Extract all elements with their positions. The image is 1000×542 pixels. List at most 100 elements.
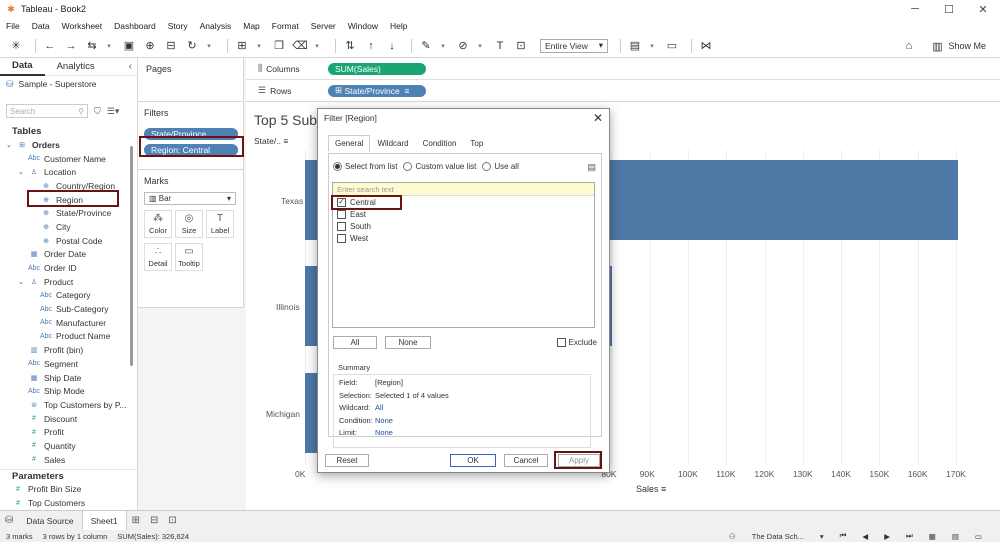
refresh-icon[interactable]: ↻ xyxy=(184,38,200,54)
rows-pill-state[interactable]: ⊞ State/Province ≡ xyxy=(328,84,426,97)
menu-help[interactable]: Help xyxy=(390,21,407,31)
field-orders[interactable]: ⌄ ⊞ Orders xyxy=(0,138,137,152)
share-icon[interactable]: ⋈ xyxy=(698,38,714,54)
clear-sheet-icon[interactable]: ⌫ xyxy=(292,38,308,54)
tab-data[interactable]: Data xyxy=(0,58,45,76)
duplicate-icon[interactable]: ❐ xyxy=(271,38,287,54)
tab-view-icon[interactable]: ▭ xyxy=(975,532,982,541)
presentation-mode-icon[interactable]: ▭ xyxy=(664,38,680,54)
menu-window[interactable]: Window xyxy=(348,21,378,31)
last-sheet-icon[interactable]: ⏭ xyxy=(906,531,913,541)
menu-file[interactable]: File xyxy=(6,21,20,31)
field-order-id[interactable]: Abc Order ID xyxy=(0,261,137,275)
new-dashboard-icon[interactable]: ⊟ xyxy=(150,515,158,526)
chevron-down-icon[interactable]: ▾ xyxy=(648,38,656,54)
checkbox[interactable] xyxy=(337,233,346,243)
menu-story[interactable]: Story xyxy=(168,21,188,31)
field-manufacturer[interactable]: Abc Manufacturer xyxy=(0,316,137,330)
new-story-icon[interactable]: ⊡ xyxy=(168,515,176,526)
chevron-down-icon[interactable]: ⌄ xyxy=(18,278,26,286)
cancel-button[interactable]: Cancel xyxy=(504,454,548,467)
menu-worksheet[interactable]: Worksheet xyxy=(62,21,102,31)
pages-card[interactable]: Pages xyxy=(138,58,244,102)
grid-view-icon[interactable]: ▦ xyxy=(929,532,936,541)
new-worksheet-icon[interactable]: ⊞ xyxy=(234,38,250,54)
row-label-texas[interactable]: Texas xyxy=(281,196,303,206)
tab-analytics[interactable]: Analytics xyxy=(45,58,107,76)
field-product[interactable]: ⌄ ♙ Product xyxy=(0,275,137,289)
chevron-down-icon[interactable]: ▾ xyxy=(439,38,447,54)
prev-sheet-icon[interactable]: ◀ xyxy=(862,532,868,541)
minimize-icon[interactable]: ─ xyxy=(898,0,932,18)
radio-custom-value-list[interactable] xyxy=(403,162,413,171)
menu-server[interactable]: Server xyxy=(311,21,336,31)
all-button[interactable]: All xyxy=(333,336,377,349)
field-postal-code[interactable]: ⊕ Postal Code xyxy=(0,234,137,248)
menu-data[interactable]: Data xyxy=(32,21,50,31)
field-segment[interactable]: Abc Segment xyxy=(0,357,137,371)
field-state-province[interactable]: ⊕ State/Province xyxy=(0,206,137,220)
comment-icon[interactable]: ⌂ xyxy=(901,38,917,54)
view-options-icon[interactable]: ☰▾ xyxy=(107,106,120,117)
exclude-checkbox[interactable]: Exclude xyxy=(556,338,597,347)
list-item-central[interactable]: ✓ Central xyxy=(333,196,594,208)
menu-analysis[interactable]: Analysis xyxy=(200,21,232,31)
color-button[interactable]: ⁂ Color xyxy=(144,210,172,238)
sort-descending-icon[interactable]: ↓ xyxy=(384,38,400,54)
data-pane-scrollbar[interactable] xyxy=(130,146,133,366)
fix-axes-icon[interactable]: ⊡ xyxy=(513,38,529,54)
radio-select-from-list[interactable] xyxy=(333,162,342,171)
document-icon[interactable]: ▤ xyxy=(587,162,596,173)
fit-dropdown[interactable]: Entire View ▾ xyxy=(540,38,608,53)
sort-icon[interactable]: ≡ xyxy=(283,136,288,146)
summary-value[interactable]: All xyxy=(375,403,383,416)
maximize-icon[interactable]: ☐ xyxy=(932,0,966,18)
field-discount[interactable]: # Discount xyxy=(0,412,137,426)
undo-icon[interactable]: ← xyxy=(42,38,58,54)
size-button[interactable]: ◎ Size xyxy=(175,210,203,238)
ok-button[interactable]: OK xyxy=(450,454,496,467)
next-sheet-icon[interactable]: ▶ xyxy=(884,532,890,541)
chevron-down-icon[interactable]: ▾ xyxy=(205,38,213,54)
menu-map[interactable]: Map xyxy=(243,21,260,31)
chevron-down-icon[interactable]: ▾ xyxy=(255,38,263,54)
search-input[interactable]: Search ⚲ xyxy=(6,104,88,118)
filter-icon[interactable]: ⛉ xyxy=(94,106,101,117)
radio-use-all[interactable] xyxy=(482,162,492,171)
field-order-date[interactable]: ▦ Order Date xyxy=(0,248,137,262)
tab-data-source[interactable]: Data Source xyxy=(18,511,81,531)
field-profit[interactable]: # Profit xyxy=(0,425,137,439)
field-sales[interactable]: # Sales xyxy=(0,453,137,467)
checkbox[interactable] xyxy=(556,338,566,347)
parameter-profit-bin-size[interactable]: # Profit Bin Size xyxy=(0,483,137,497)
summary-value[interactable]: None xyxy=(375,416,393,429)
swap-icon[interactable]: ⇅ xyxy=(342,38,358,54)
chevron-down-icon[interactable]: ▾ xyxy=(313,38,321,54)
chevron-down-icon[interactable]: ▾ xyxy=(105,38,113,54)
field-ship-mode[interactable]: Abc Ship Mode xyxy=(0,384,137,398)
detail-button[interactable]: ∴ Detail xyxy=(144,243,172,271)
tooltip-button[interactable]: ▭ Tooltip xyxy=(175,243,203,271)
field-location[interactable]: ⌄ ♙ Location xyxy=(0,165,137,179)
rows-shelf[interactable]: ☰ Rows ⊞ State/Province ≡ xyxy=(246,80,1000,102)
close-icon[interactable]: ✕ xyxy=(966,0,1000,18)
sales-axis-title[interactable]: Sales ≡ xyxy=(636,484,666,494)
mark-type-dropdown[interactable]: ▥ Bar ▾ xyxy=(144,192,236,205)
tab-general[interactable]: General xyxy=(328,135,371,152)
chevron-down-icon[interactable]: ▾ xyxy=(476,38,484,54)
checkbox[interactable] xyxy=(337,209,346,219)
row-label-michigan[interactable]: Michigan xyxy=(266,409,300,419)
tab-condition[interactable]: Condition xyxy=(416,135,464,152)
save-icon[interactable]: ▣ xyxy=(121,38,137,54)
menu-dashboard[interactable]: Dashboard xyxy=(114,21,156,31)
field-region[interactable]: ⊕ Region xyxy=(0,193,137,207)
tab-wildcard[interactable]: Wildcard xyxy=(370,135,415,152)
first-sheet-icon[interactable]: ⏮ xyxy=(840,531,847,541)
datasource-item[interactable]: ⛁ Sample - Superstore xyxy=(0,76,137,92)
apply-button[interactable]: Apply xyxy=(558,454,600,467)
chevron-down-icon[interactable]: ▾ xyxy=(820,532,824,541)
replay-icon[interactable]: ⇆ xyxy=(84,38,100,54)
field-ship-date[interactable]: ▦ Ship Date xyxy=(0,371,137,385)
label-button[interactable]: T Label xyxy=(206,210,234,238)
list-item-south[interactable]: South xyxy=(333,220,594,232)
